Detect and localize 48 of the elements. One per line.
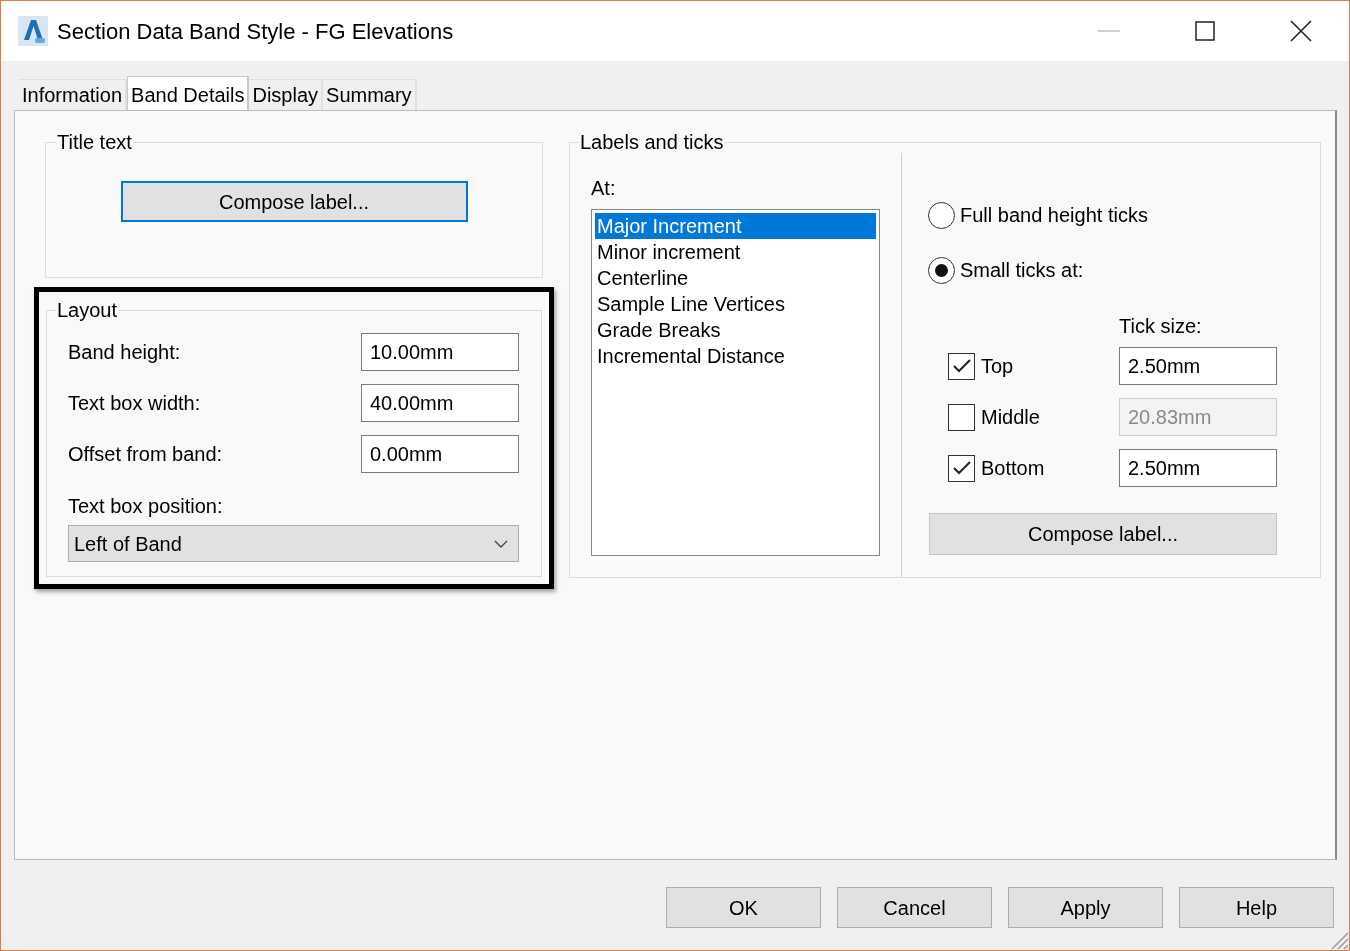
close-icon[interactable] — [1290, 20, 1312, 42]
window-title: Section Data Band Style - FG Elevations — [57, 17, 454, 46]
checkbox-label: Bottom — [981, 456, 1046, 481]
app-logo-icon — [18, 16, 48, 46]
check-icon — [951, 358, 972, 374]
field-label: Band height: — [68, 340, 181, 365]
field-label: Offset from band: — [68, 442, 223, 467]
radio-label: Full band height ticks — [960, 203, 1148, 228]
position-dropdown[interactable]: Left of Band — [68, 525, 519, 562]
radio-label: Small ticks at: — [960, 258, 1084, 283]
checkbox-label: Top — [981, 354, 1015, 379]
dialog-button[interactable]: Help — [1179, 887, 1334, 928]
checkbox[interactable] — [948, 352, 975, 380]
checkbox-label: Middle — [981, 405, 1041, 430]
list-item[interactable]: Incremental Distance — [595, 343, 876, 369]
list-item[interactable]: Minor increment — [595, 239, 876, 265]
maximize-icon[interactable] — [1195, 21, 1215, 41]
radio-button[interactable] — [928, 256, 955, 284]
field-label: Text box width: — [68, 391, 201, 416]
tab[interactable]: Summary — [323, 79, 417, 110]
text-field[interactable]: 2.50mm — [1119, 449, 1277, 487]
list-box[interactable]: Major Increment Minor increment Centerline Sample Line Vertices Grade Breaks Incremental Distance — [591, 209, 880, 556]
compose-label-button[interactable]: Compose label... — [120, 181, 468, 222]
list-label: At: — [591, 176, 616, 201]
chevron-down-icon — [494, 539, 508, 548]
dialog-button[interactable]: OK — [666, 887, 821, 928]
group-title: Title text — [56, 131, 133, 153]
text-field[interactable]: 10.00mm — [361, 333, 519, 371]
checkbox[interactable] — [948, 454, 975, 482]
tab[interactable]: Display — [249, 79, 324, 110]
field-label: Text box position: — [68, 494, 223, 519]
group-title: Layout — [56, 299, 119, 321]
dialog-button[interactable]: Apply — [1008, 887, 1163, 928]
list-item[interactable]: Grade Breaks — [595, 317, 876, 343]
list-item[interactable]: Centerline — [595, 265, 876, 291]
list-item[interactable]: Major Increment — [595, 213, 876, 239]
tab[interactable]: Band Details — [127, 76, 250, 110]
group-title: Labels and ticks — [579, 131, 725, 153]
tab[interactable]: Information — [19, 79, 128, 110]
text-field[interactable]: 2.50mm — [1119, 347, 1277, 385]
compose-label-button[interactable]: Compose label... — [929, 513, 1277, 555]
dialog-button[interactable]: Cancel — [837, 887, 992, 928]
column-label: Tick size: — [1119, 314, 1202, 339]
list-item[interactable]: Sample Line Vertices — [595, 291, 876, 317]
radio-button[interactable] — [928, 201, 955, 229]
text-field[interactable]: 40.00mm — [361, 384, 519, 422]
text-field[interactable]: 0.00mm — [361, 435, 519, 473]
check-icon — [951, 460, 972, 476]
